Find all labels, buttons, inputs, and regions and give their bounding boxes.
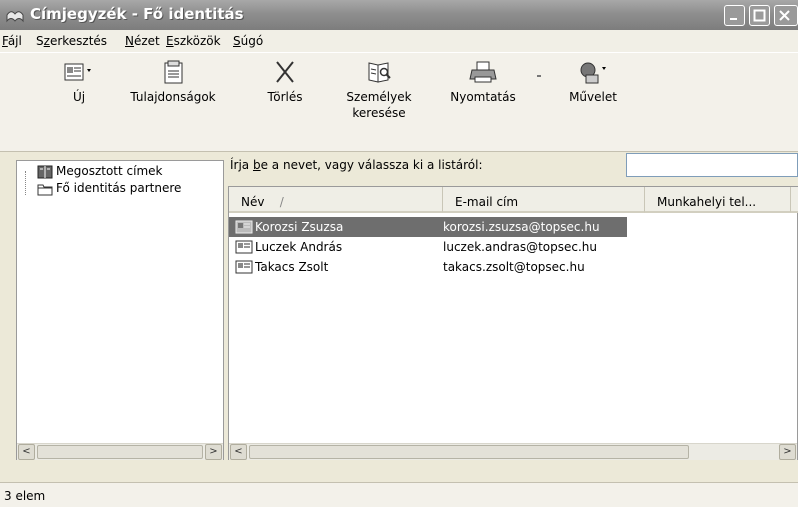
minimize-button[interactable] [724, 5, 745, 26]
properties-label: Tulajdonságok [130, 90, 216, 104]
contact-email: luczek.andras@topsec.hu [443, 240, 598, 254]
address-book-icon [6, 7, 24, 23]
folder-tree-pane: Megosztott címek Fő identitás partnere <… [16, 160, 224, 460]
scroll-right-button[interactable]: > [205, 444, 222, 460]
table-row[interactable]: Korozsi Zsuzsa korozsi.zsuzsa@topsec.hu [229, 217, 627, 237]
properties-icon [164, 60, 183, 84]
table-row[interactable]: Takacs Zsolt takacs.zsolt@topsec.hu [229, 257, 798, 277]
close-button[interactable] [774, 5, 798, 26]
title-bar[interactable]: Címjegyzék - Fő identitás [0, 0, 798, 30]
print-label: Nyomtatás [450, 90, 516, 104]
contact-name: Takacs Zsolt [255, 260, 329, 274]
find-people-label-line1: Személyek [346, 90, 412, 104]
status-bar: 3 elem [0, 482, 798, 507]
tree-item-label: Fő identitás partnere [56, 181, 182, 195]
find-people-label-line2: keresése [352, 106, 406, 120]
folder-icon [37, 184, 53, 195]
contact-name: Korozsi Zsuzsa [255, 220, 344, 234]
menu-tools[interactable]: Eszközök [166, 34, 221, 48]
contact-card-icon [235, 260, 253, 274]
delete-label: Törlés [267, 90, 303, 104]
sort-indicator: / [279, 195, 284, 209]
tree-item-main-identity-contacts[interactable]: Fő identitás partnere [37, 181, 181, 196]
column-header-email[interactable]: E-mail cím [443, 187, 645, 213]
menu-file[interactable]: Fájl [2, 34, 22, 48]
item-count: 3 elem [4, 489, 46, 503]
tree-item-label: Megosztott címek [56, 164, 163, 178]
new-label: Új [72, 90, 86, 104]
menu-help[interactable]: Súgó [233, 34, 263, 48]
contact-list: Név / E-mail cím Munkahelyi tel... Koroz… [228, 186, 798, 460]
tree-connector [25, 171, 26, 195]
print-button[interactable]: Nyomtatás [442, 59, 524, 105]
scroll-thumb[interactable] [249, 445, 689, 459]
left-pane-scrollbar[interactable]: < > [17, 443, 223, 460]
delete-x-icon [276, 61, 294, 83]
shared-book-icon [37, 165, 53, 178]
column-header-work-phone[interactable]: Munkahelyi tel... [645, 187, 791, 213]
properties-button[interactable]: Tulajdonságok [120, 59, 226, 105]
maximize-button[interactable] [749, 5, 770, 26]
column-header-name[interactable]: Név / [229, 187, 443, 213]
scroll-thumb[interactable] [37, 445, 203, 459]
toolbar: Új Tulajdonságok Törlés Személyek keresé… [0, 52, 798, 152]
menu-view[interactable]: Nézet [125, 34, 160, 48]
contact-name: Luczek András [255, 240, 343, 254]
scroll-left-button[interactable]: < [18, 444, 35, 460]
contact-card-icon [235, 220, 253, 234]
action-label: Művelet [569, 90, 617, 104]
action-button[interactable]: Művelet [558, 59, 628, 105]
delete-button[interactable]: Törlés [250, 59, 320, 105]
scroll-left-button[interactable]: < [230, 444, 247, 460]
action-icon [580, 62, 606, 84]
find-people-button[interactable]: Személyek keresése [338, 59, 420, 121]
menu-bar: Fájl Szerkesztés Nézet Eszközök Súgó [0, 30, 798, 52]
window-title: Címjegyzék - Fő identitás [30, 5, 244, 23]
toolbar-separator [537, 75, 541, 77]
table-row[interactable]: Luczek András luczek.andras@topsec.hu [229, 237, 798, 257]
search-input[interactable] [626, 153, 798, 177]
printer-icon [469, 61, 497, 83]
contact-email: takacs.zsolt@topsec.hu [443, 260, 585, 274]
new-button[interactable]: Új [54, 59, 104, 105]
contact-email: korozsi.zsuzsa@topsec.hu [443, 220, 600, 234]
tree-item-shared-contacts[interactable]: Megosztott címek [37, 164, 162, 179]
contact-card-icon [235, 240, 253, 254]
search-prompt: Írja be a nevet, vagy válassza ki a list… [230, 158, 483, 172]
scroll-right-button[interactable]: > [779, 444, 796, 460]
find-people-icon [368, 62, 391, 83]
list-scrollbar[interactable]: < > [229, 443, 797, 460]
column-header-extra[interactable] [791, 187, 798, 213]
menu-edit[interactable]: Szerkesztés [36, 34, 107, 48]
new-contact-icon [64, 63, 91, 81]
